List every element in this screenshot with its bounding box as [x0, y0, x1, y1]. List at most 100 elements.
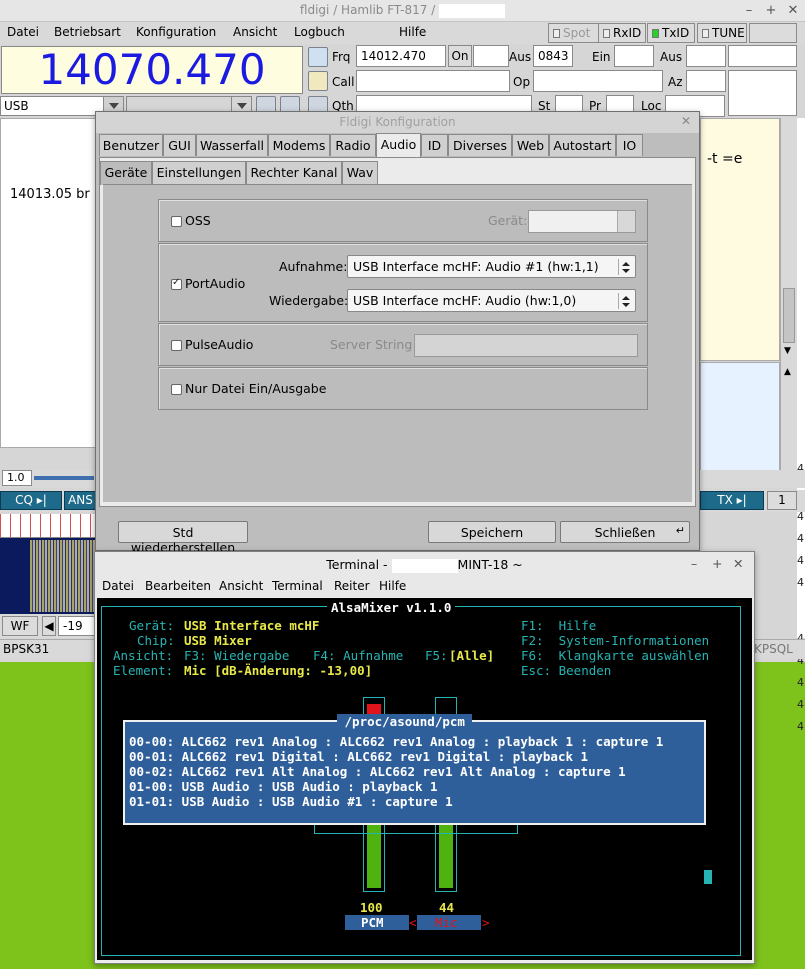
menu-datei[interactable]: Datei	[7, 25, 39, 39]
pulseaudio-checkbox[interactable]	[171, 340, 182, 351]
tab-id[interactable]: ID	[421, 134, 448, 156]
broom-icon[interactable]	[308, 71, 328, 91]
scroll-thumb[interactable]	[783, 288, 795, 343]
sig-meter	[34, 476, 94, 480]
edge-digit: 4	[797, 676, 804, 689]
frq-input[interactable]: 14012.470	[356, 45, 446, 67]
term-menu-hilfe[interactable]: Hilfe	[379, 579, 406, 593]
chevron-left-icon[interactable]: ◀	[42, 616, 56, 636]
subtab-rechter-kanal[interactable]: Rechter Kanal	[246, 161, 342, 184]
extra-input[interactable]	[728, 45, 797, 67]
tab-audio[interactable]: Audio	[376, 133, 421, 157]
sig-value[interactable]: 1.0	[2, 470, 32, 486]
fldigi-titlebar[interactable]: fldigi / Hamlib FT-817 / – + ✕	[0, 0, 805, 22]
pcm-label: PCM	[361, 915, 384, 930]
tune-toggle[interactable]: TUNE	[697, 23, 747, 43]
pulseaudio-label: PulseAudio	[185, 337, 254, 352]
cq-macro-button[interactable]: CQ ▸|	[0, 491, 62, 510]
txid-toggle[interactable]: TxID	[647, 23, 695, 43]
term-menu-ansicht[interactable]: Ansicht	[219, 579, 263, 593]
capture-device-select[interactable]: USB Interface mcHF: Audio #1 (hw:1,1)	[347, 255, 636, 278]
macro-page-button[interactable]: 1	[767, 491, 797, 510]
subtab-einstellungen[interactable]: Einstellungen	[152, 161, 246, 184]
aus2-input[interactable]	[686, 45, 726, 67]
status-mode[interactable]: BPSK31	[3, 642, 49, 656]
spinner-icon[interactable]	[618, 259, 632, 275]
term-menu-bearbeiten[interactable]: Bearbeiten	[145, 579, 211, 593]
terminal-titlebar[interactable]: Terminal - MINT-18 ~ – + ✕	[95, 552, 754, 577]
terminal-screen[interactable]: AlsaMixer v1.1.0 Gerät: USB Interface mc…	[97, 598, 752, 960]
menu-ansicht[interactable]: Ansicht	[233, 25, 277, 39]
restore-defaults-button[interactable]: Std wiederherstellen	[118, 521, 248, 555]
minimize-icon[interactable]: –	[691, 556, 697, 571]
config-titlebar[interactable]: Fldigi Konfiguration ✕	[96, 112, 699, 133]
tab-benutzer[interactable]: Benutzer	[99, 134, 163, 156]
oss-device-select[interactable]	[528, 210, 636, 233]
playback-device-select[interactable]: USB Interface mcHF: Audio (hw:1,0)	[347, 289, 636, 312]
menu-betriebsart[interactable]: Betriebsart	[54, 25, 121, 39]
scroll-up-icon[interactable]: ▲	[784, 367, 791, 377]
ein-input[interactable]	[614, 45, 654, 67]
rx-text-panel-right[interactable]: -t =e	[700, 118, 780, 361]
globe-icon[interactable]	[308, 47, 328, 67]
status-kpsql[interactable]: KPSQL	[754, 642, 793, 656]
az-input[interactable]	[686, 70, 726, 92]
tab-radio[interactable]: Radio	[330, 134, 376, 156]
ans-macro-button[interactable]: ANS	[64, 491, 97, 510]
close-icon[interactable]: ✕	[733, 556, 743, 571]
terminal-title-suffix: MINT-18 ~	[457, 557, 523, 572]
menu-konfiguration[interactable]: Konfiguration	[136, 25, 216, 39]
op-input[interactable]	[533, 70, 663, 92]
portaudio-checkbox[interactable]	[171, 277, 182, 290]
minimize-icon[interactable]: –	[742, 3, 756, 18]
blank-toggle[interactable]	[749, 23, 797, 43]
oss-checkbox[interactable]	[171, 216, 182, 227]
frequency-display[interactable]: 14070.470	[1, 46, 303, 94]
spot-toggle[interactable]: Spot	[548, 23, 602, 43]
spinner-icon[interactable]	[618, 293, 632, 309]
close-icon[interactable]: ✕	[681, 114, 691, 128]
term-menu-reiter[interactable]: Reiter	[334, 579, 370, 593]
tab-io[interactable]: IO	[616, 134, 643, 156]
close-icon[interactable]: ✕	[786, 3, 800, 18]
tab-diverses[interactable]: Diverses	[448, 134, 512, 156]
on-time-input[interactable]	[473, 45, 509, 67]
close-button[interactable]: Schließen ↵	[560, 521, 690, 543]
server-string-input[interactable]	[414, 334, 638, 357]
tab-gui[interactable]: GUI	[163, 134, 196, 156]
call-input[interactable]	[356, 70, 510, 92]
tab-modems[interactable]: Modems	[268, 134, 330, 156]
proc-asound-pcm-popup[interactable]: /proc/asound/pcm 00-00: ALC662 rev1 Anal…	[123, 714, 706, 825]
subtab-wav[interactable]: Wav	[342, 161, 378, 184]
tab-web[interactable]: Web	[512, 134, 549, 156]
pulseaudio-group: PulseAudio Server String	[158, 323, 648, 366]
tab-wasserfall[interactable]: Wasserfall	[196, 134, 268, 156]
aus-input[interactable]: 0843	[533, 45, 573, 67]
maximize-icon[interactable]: +	[712, 556, 722, 571]
wf-button[interactable]: WF	[2, 616, 38, 636]
save-button[interactable]: Speichern	[428, 521, 556, 543]
on-button[interactable]: On	[448, 45, 472, 67]
term-menu-datei[interactable]: Datei	[102, 579, 134, 593]
mic-label-box[interactable]: Mic	[417, 915, 481, 930]
notes-input[interactable]	[728, 70, 797, 116]
menu-hilfe[interactable]: Hilfe	[399, 25, 426, 39]
waterfall-controls: WF ◀ -19	[0, 614, 97, 638]
view-f3: F3: Wiedergabe	[184, 648, 290, 663]
rxid-toggle[interactable]: RxID	[598, 23, 646, 43]
wf-level-input[interactable]: -19	[58, 616, 96, 636]
waterfall-scale[interactable]	[0, 514, 97, 538]
tx-macro-button[interactable]: TX ▸|	[700, 491, 764, 510]
tab-autostart[interactable]: Autostart	[549, 134, 616, 156]
tx-text-panel[interactable]	[700, 362, 780, 485]
file-only-checkbox[interactable]	[171, 384, 182, 395]
rx-text-panel[interactable]: 14013.05 br	[0, 118, 97, 448]
scroll-down-icon[interactable]: ▼	[784, 346, 791, 356]
pcm-label-box[interactable]: PCM	[345, 915, 409, 930]
rx-scrollbar[interactable]: ▼ ▲ ▼	[780, 118, 797, 483]
chevron-down-icon[interactable]	[617, 211, 635, 232]
subtab-geraete[interactable]: Geräte	[100, 161, 152, 185]
menu-logbuch[interactable]: Logbuch	[294, 25, 345, 39]
term-menu-terminal[interactable]: Terminal	[272, 579, 323, 593]
maximize-icon[interactable]: +	[764, 3, 778, 18]
